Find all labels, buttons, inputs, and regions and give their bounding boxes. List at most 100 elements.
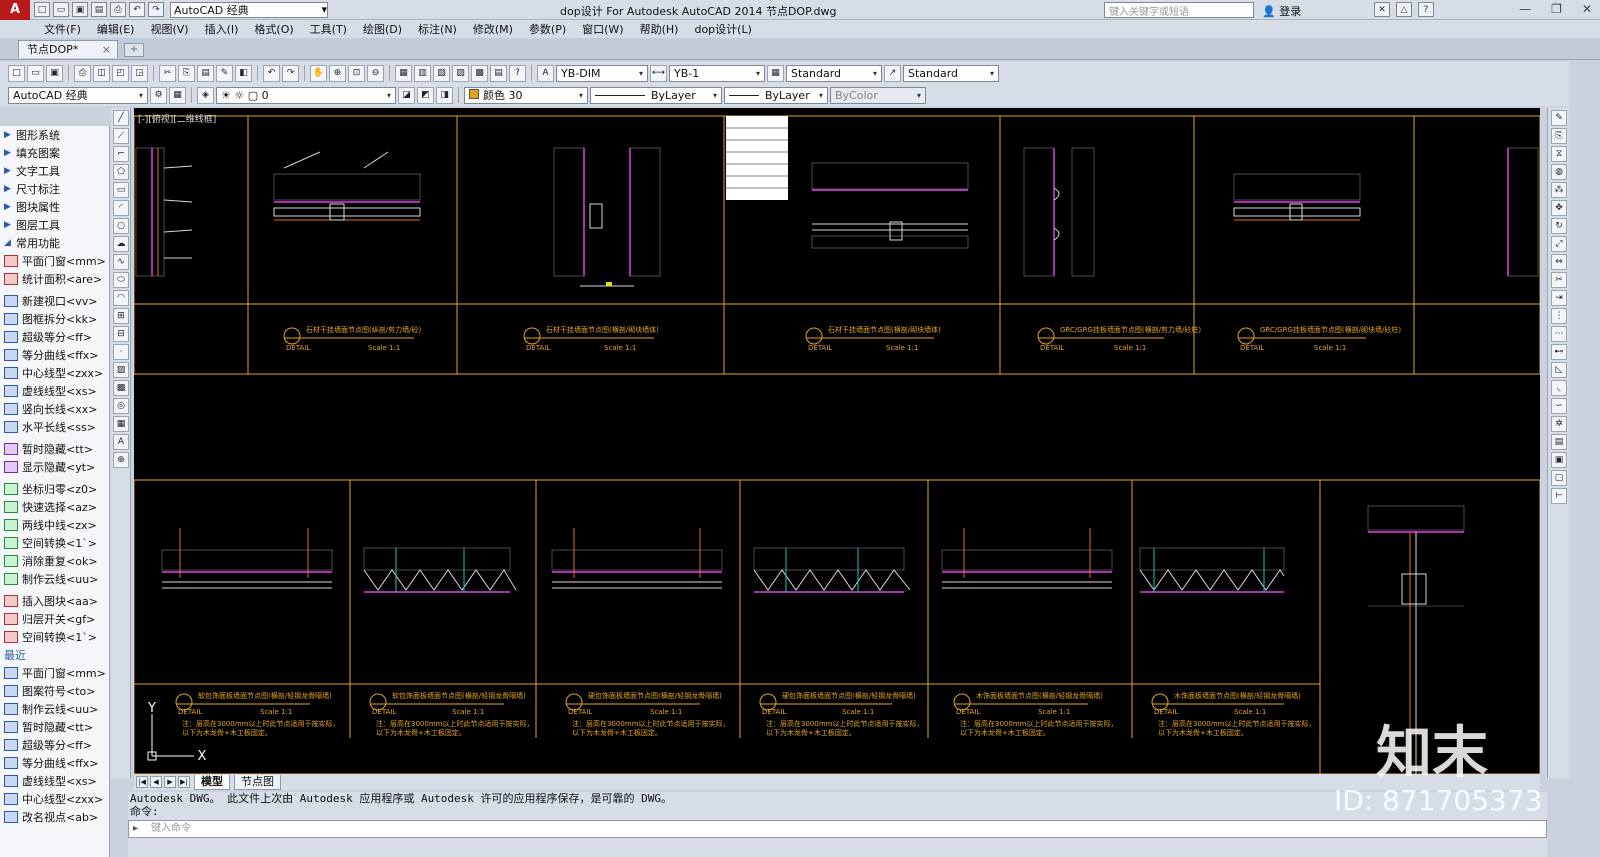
panel-command[interactable]: 平面门窗<mm> — [0, 664, 109, 682]
panel-group[interactable]: ▶ 图层工具 — [0, 216, 109, 234]
tab-layout[interactable]: 节点图 — [234, 774, 281, 790]
panel-command[interactable]: 平面门窗<mm> — [0, 252, 109, 270]
join-icon[interactable]: ⊷ — [1551, 344, 1567, 360]
mtext-icon[interactable]: A — [113, 434, 129, 450]
panel-command[interactable]: 统计面积<are> — [0, 270, 109, 288]
multileader-style-select[interactable]: YB-1 ▾ — [669, 64, 765, 82]
help-icon[interactable]: ? — [1418, 2, 1434, 17]
undo-icon[interactable]: ↶ — [129, 2, 145, 17]
autocad-logo-icon[interactable]: A — [0, 0, 30, 20]
copy-icon[interactable]: ⎘ — [178, 64, 195, 82]
panel-group[interactable]: ▶ 填充图案 — [0, 144, 109, 162]
layer-properties-icon[interactable]: ◈ — [197, 86, 214, 104]
trim-icon[interactable]: ✂ — [1551, 272, 1567, 288]
zoom-previous-icon[interactable]: ⊖ — [367, 64, 384, 82]
workspace-select-toolbar[interactable]: AutoCAD 经典 ▾ — [8, 86, 148, 104]
arc-icon[interactable]: ◜ — [113, 200, 129, 216]
text-style-icon[interactable]: A — [537, 64, 554, 82]
panel-command[interactable]: 暂时隐藏<tt> — [0, 440, 109, 458]
menu-help[interactable]: 帮助(H) — [640, 21, 679, 37]
insert-block-icon[interactable]: ⊞ — [113, 308, 129, 324]
panel-command[interactable]: 水平长线<ss> — [0, 418, 109, 436]
properties-icon[interactable]: ▦ — [395, 64, 412, 82]
cut-icon[interactable]: ✂ — [159, 64, 176, 82]
new-tab-button[interactable]: + — [124, 43, 144, 57]
redo-icon[interactable]: ↷ — [148, 2, 164, 17]
panel-command[interactable]: 制作云线<uu> — [0, 700, 109, 718]
move-icon[interactable]: ✥ — [1551, 200, 1567, 216]
menu-file[interactable]: 文件(F) — [44, 21, 81, 37]
first-tab-icon[interactable]: |◀ — [136, 776, 148, 788]
tool-palettes-icon[interactable]: ▧ — [433, 64, 450, 82]
spline-icon[interactable]: ∿ — [113, 254, 129, 270]
preview-icon[interactable]: ◫ — [93, 64, 110, 82]
search-input[interactable]: 键入关键字或短语 — [1104, 2, 1254, 18]
linetype-select[interactable]: ByLayer ▾ — [590, 86, 722, 104]
restore-icon[interactable]: ❐ — [1551, 2, 1562, 16]
revcloud-icon[interactable]: ☁ — [113, 236, 129, 252]
text-style-select[interactable]: Standard ▾ — [903, 64, 999, 82]
menu-parametric[interactable]: 参数(P) — [529, 21, 566, 37]
block-editor-icon[interactable]: ◧ — [235, 64, 252, 82]
new-icon[interactable]: □ — [8, 64, 25, 82]
dim-style-icon[interactable]: ⟷ — [650, 64, 667, 82]
design-center-icon[interactable]: ▥ — [414, 64, 431, 82]
workspace-icon[interactable]: ▦ — [169, 86, 186, 104]
panel-command[interactable]: 空间转换<1`> — [0, 534, 109, 552]
fillet-icon[interactable]: ◟ — [1551, 380, 1567, 396]
draworder-icon[interactable]: ▤ — [1551, 434, 1567, 450]
menu-tools[interactable]: 工具(T) — [310, 21, 347, 37]
panel-command[interactable]: 消除重复<ok> — [0, 552, 109, 570]
measure-icon[interactable]: ⊢ — [1551, 488, 1567, 504]
menu-modify[interactable]: 修改(M) — [473, 21, 513, 37]
login-button[interactable]: 👤 登录 — [1262, 3, 1301, 19]
panel-command[interactable]: 两线中线<zx> — [0, 516, 109, 534]
chamfer-icon[interactable]: ◺ — [1551, 362, 1567, 378]
panel-command[interactable]: 中心线型<zxx> — [0, 790, 109, 808]
menu-view[interactable]: 视图(V) — [150, 21, 188, 37]
color-select[interactable]: 颜色 30 ▾ — [464, 86, 588, 104]
table-icon[interactable]: ▦ — [113, 416, 129, 432]
panel-command[interactable]: 超级等分<ff> — [0, 328, 109, 346]
save-icon[interactable]: ▣ — [72, 2, 88, 17]
scale-icon[interactable]: ⤢ — [1551, 236, 1567, 252]
add-selected-icon[interactable]: ⊕ — [113, 452, 129, 468]
gradient-icon[interactable]: ▩ — [113, 380, 129, 396]
panel-command[interactable]: 显示隐藏<yt> — [0, 458, 109, 476]
hatch-icon[interactable]: ▨ — [113, 362, 129, 378]
layer-state-icon[interactable]: ◨ — [436, 86, 453, 104]
workspace-settings-icon[interactable]: ⚙ — [150, 86, 167, 104]
panel-command[interactable]: 超级等分<ff> — [0, 736, 109, 754]
panel-command[interactable]: 虚线线型<xs> — [0, 772, 109, 790]
polyline-icon[interactable]: ⌐ — [113, 146, 129, 162]
rotate-icon[interactable]: ↻ — [1551, 218, 1567, 234]
line-icon[interactable]: ╱ — [113, 110, 129, 126]
group-icon[interactable]: ▣ — [1551, 452, 1567, 468]
copy-object-icon[interactable]: ⎘ — [1551, 128, 1567, 144]
close-icon[interactable]: ✕ — [1582, 2, 1592, 16]
open-icon[interactable]: ▭ — [27, 64, 44, 82]
save-icon[interactable]: ▣ — [46, 64, 63, 82]
drawing-canvas[interactable]: [-][俯视][二维线框] 石材干挂墙面节点图(纵剖/剪力墙/砼) DETAIL… — [134, 108, 1540, 774]
tab-model[interactable]: 模型 — [194, 774, 230, 790]
break-icon[interactable]: ⋯ — [1551, 326, 1567, 342]
panel-command[interactable]: 插入图块<aa> — [0, 592, 109, 610]
viewport-label[interactable]: [-][俯视][二维线框] — [138, 113, 216, 125]
rectangle-icon[interactable]: ▭ — [113, 182, 129, 198]
exchange-icon[interactable]: ✕ — [1374, 2, 1390, 17]
panel-command[interactable]: 中心线型<zxx> — [0, 364, 109, 382]
layer-select[interactable]: ☀ ☼ ▢ 0 ▾ — [216, 86, 396, 104]
redo-icon[interactable]: ↷ — [282, 64, 299, 82]
menu-dop[interactable]: dop设计(L) — [694, 21, 751, 37]
prev-tab-icon[interactable]: ◀ — [150, 776, 162, 788]
layer-previous-icon[interactable]: ◩ — [417, 86, 434, 104]
ungroup-icon[interactable]: ▢ — [1551, 470, 1567, 486]
panel-command[interactable]: 虚线线型<xs> — [0, 382, 109, 400]
panel-command[interactable]: 竖向长线<xx> — [0, 400, 109, 418]
multileader-icon[interactable]: ↗ — [884, 64, 901, 82]
panel-group[interactable]: ▶ 图形系统 — [0, 126, 109, 144]
minimize-icon[interactable]: — — [1519, 2, 1531, 16]
undo-icon[interactable]: ↶ — [263, 64, 280, 82]
blend-icon[interactable]: ∽ — [1551, 398, 1567, 414]
next-tab-icon[interactable]: ▶ — [164, 776, 176, 788]
